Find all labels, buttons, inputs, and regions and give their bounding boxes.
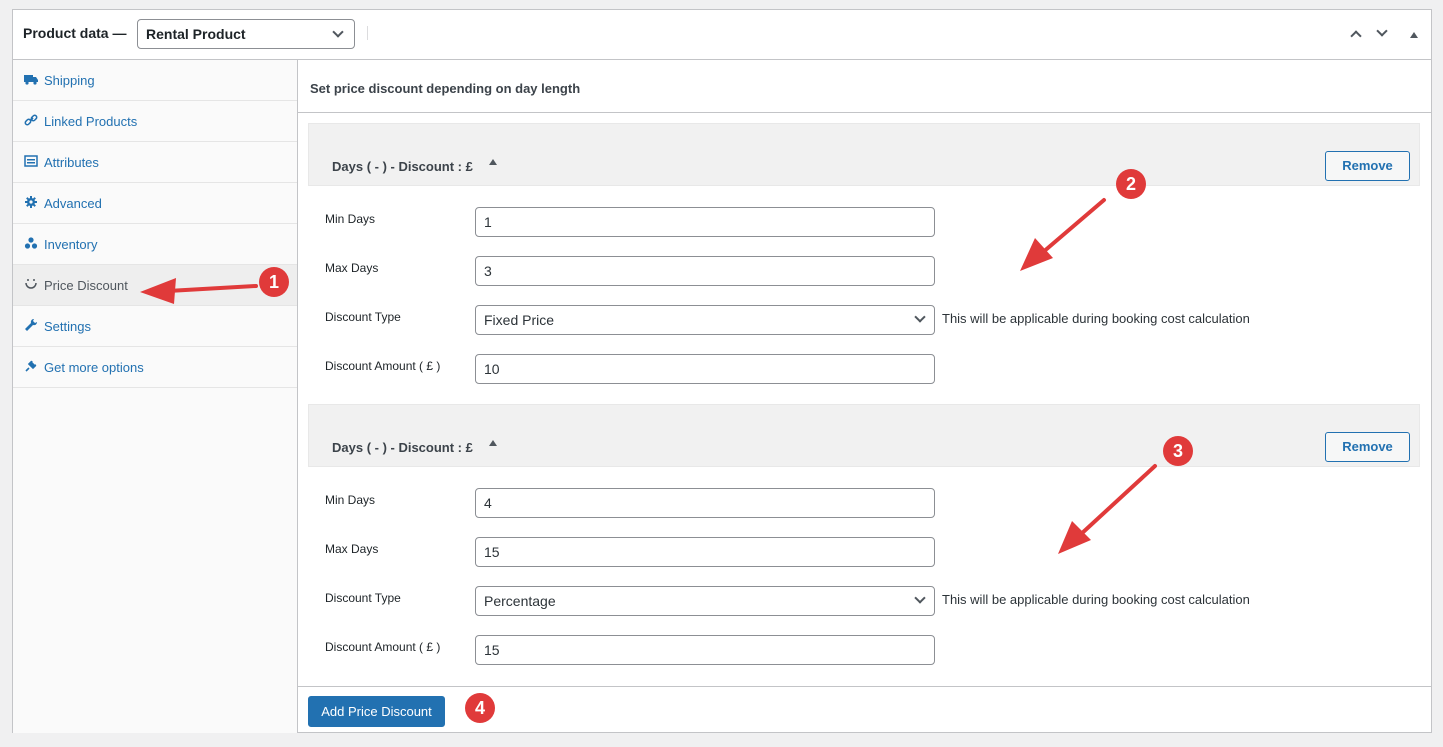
product-data-title: Product data — xyxy=(23,25,127,41)
discount-type-value: Fixed Price xyxy=(484,312,555,328)
caret-up-icon xyxy=(489,159,497,165)
discount-rule-title: Days ( - ) - Discount : £ xyxy=(332,440,473,455)
cubes-icon xyxy=(24,237,38,249)
product-data-panel: Product data — Rental Product Shipping L… xyxy=(12,9,1432,733)
tab-label: Attributes xyxy=(44,155,99,170)
price-discount-panel: Set price discount depending on day leng… xyxy=(298,60,1432,733)
discount-type-hint: This will be applicable during booking c… xyxy=(942,311,1250,326)
tab-inventory[interactable]: Inventory xyxy=(13,224,297,265)
annotation-badge: 3 xyxy=(1163,436,1193,466)
toggle-panel-button[interactable] xyxy=(1405,26,1423,44)
min-days-label: Min Days xyxy=(325,493,376,507)
divider xyxy=(367,26,368,40)
discount-rule-header[interactable]: Days ( - ) - Discount : £ Remove xyxy=(308,123,1420,186)
annotation-badge: 1 xyxy=(259,267,289,297)
chevron-down-icon xyxy=(332,26,344,38)
gear-icon xyxy=(25,196,37,208)
chevron-down-icon xyxy=(1376,25,1388,37)
product-type-value: Rental Product xyxy=(146,26,246,42)
tab-shipping[interactable]: Shipping xyxy=(13,60,297,101)
tab-get-more-options[interactable]: Get more options xyxy=(13,347,297,388)
max-days-input[interactable]: 15 xyxy=(475,537,935,567)
caret-up-icon xyxy=(1410,32,1418,38)
discount-rules-list: Days ( - ) - Discount : £ Remove Min Day… xyxy=(298,113,1432,686)
link-icon xyxy=(24,114,38,126)
tab-price-discount[interactable]: Price Discount xyxy=(13,265,297,306)
truck-icon xyxy=(24,75,38,85)
product-data-tabs: Shipping Linked Products Attributes Adva… xyxy=(13,60,298,733)
tab-label: Get more options xyxy=(44,360,144,375)
discount-type-select[interactable]: Percentage xyxy=(475,586,935,616)
plug-icon xyxy=(25,360,37,372)
chevron-up-icon xyxy=(1350,30,1362,42)
tab-advanced[interactable]: Advanced xyxy=(13,183,297,224)
add-price-discount-button[interactable]: Add Price Discount xyxy=(308,696,445,727)
product-data-header: Product data — Rental Product xyxy=(13,10,1431,60)
tab-label: Settings xyxy=(44,319,91,334)
tab-label: Shipping xyxy=(44,73,95,88)
caret-up-icon xyxy=(489,440,497,446)
tab-attributes[interactable]: Attributes xyxy=(13,142,297,183)
max-days-input[interactable]: 3 xyxy=(475,256,935,286)
min-days-input[interactable]: 1 xyxy=(475,207,935,237)
tab-label: Advanced xyxy=(44,196,102,211)
min-days-input[interactable]: 4 xyxy=(475,488,935,518)
tab-label: Price Discount xyxy=(44,278,128,293)
discount-amount-label: Discount Amount ( £ ) xyxy=(325,640,441,654)
discount-rule-header[interactable]: Days ( - ) - Discount : £ Remove xyxy=(308,404,1420,467)
discount-type-value: Percentage xyxy=(484,593,556,609)
discount-amount-input[interactable]: 10 xyxy=(475,354,935,384)
tab-linked-products[interactable]: Linked Products xyxy=(13,101,297,142)
annotation-badge: 2 xyxy=(1116,169,1146,199)
max-days-label: Max Days xyxy=(325,542,379,556)
annotation-badge: 4 xyxy=(465,693,495,723)
panel-heading-text: Set price discount depending on day leng… xyxy=(310,81,581,96)
product-type-select[interactable]: Rental Product xyxy=(137,19,355,49)
discount-type-label: Discount Type xyxy=(325,310,401,324)
chevron-down-icon xyxy=(914,311,926,323)
remove-rule-button[interactable]: Remove xyxy=(1325,432,1410,462)
discount-type-label: Discount Type xyxy=(325,591,401,605)
wrench-icon xyxy=(25,318,38,331)
tab-label: Inventory xyxy=(44,237,98,252)
max-days-label: Max Days xyxy=(325,261,379,275)
discount-amount-label: Discount Amount ( £ ) xyxy=(325,359,441,373)
panel-heading: Set price discount depending on day leng… xyxy=(298,60,1432,113)
discount-type-hint: This will be applicable during booking c… xyxy=(942,592,1250,607)
move-down-button[interactable] xyxy=(1373,25,1391,44)
list-icon xyxy=(24,155,38,167)
remove-rule-button[interactable]: Remove xyxy=(1325,151,1410,181)
discount-type-select[interactable]: Fixed Price xyxy=(475,305,935,335)
chevron-down-icon xyxy=(914,592,926,604)
discount-rule-title: Days ( - ) - Discount : £ xyxy=(332,159,473,174)
tab-label: Linked Products xyxy=(44,114,138,129)
min-days-label: Min Days xyxy=(325,212,376,226)
discount-amount-input[interactable]: 15 xyxy=(475,635,935,665)
spinner-icon xyxy=(25,279,37,289)
tab-settings[interactable]: Settings xyxy=(13,306,297,347)
move-up-button[interactable] xyxy=(1347,26,1365,44)
